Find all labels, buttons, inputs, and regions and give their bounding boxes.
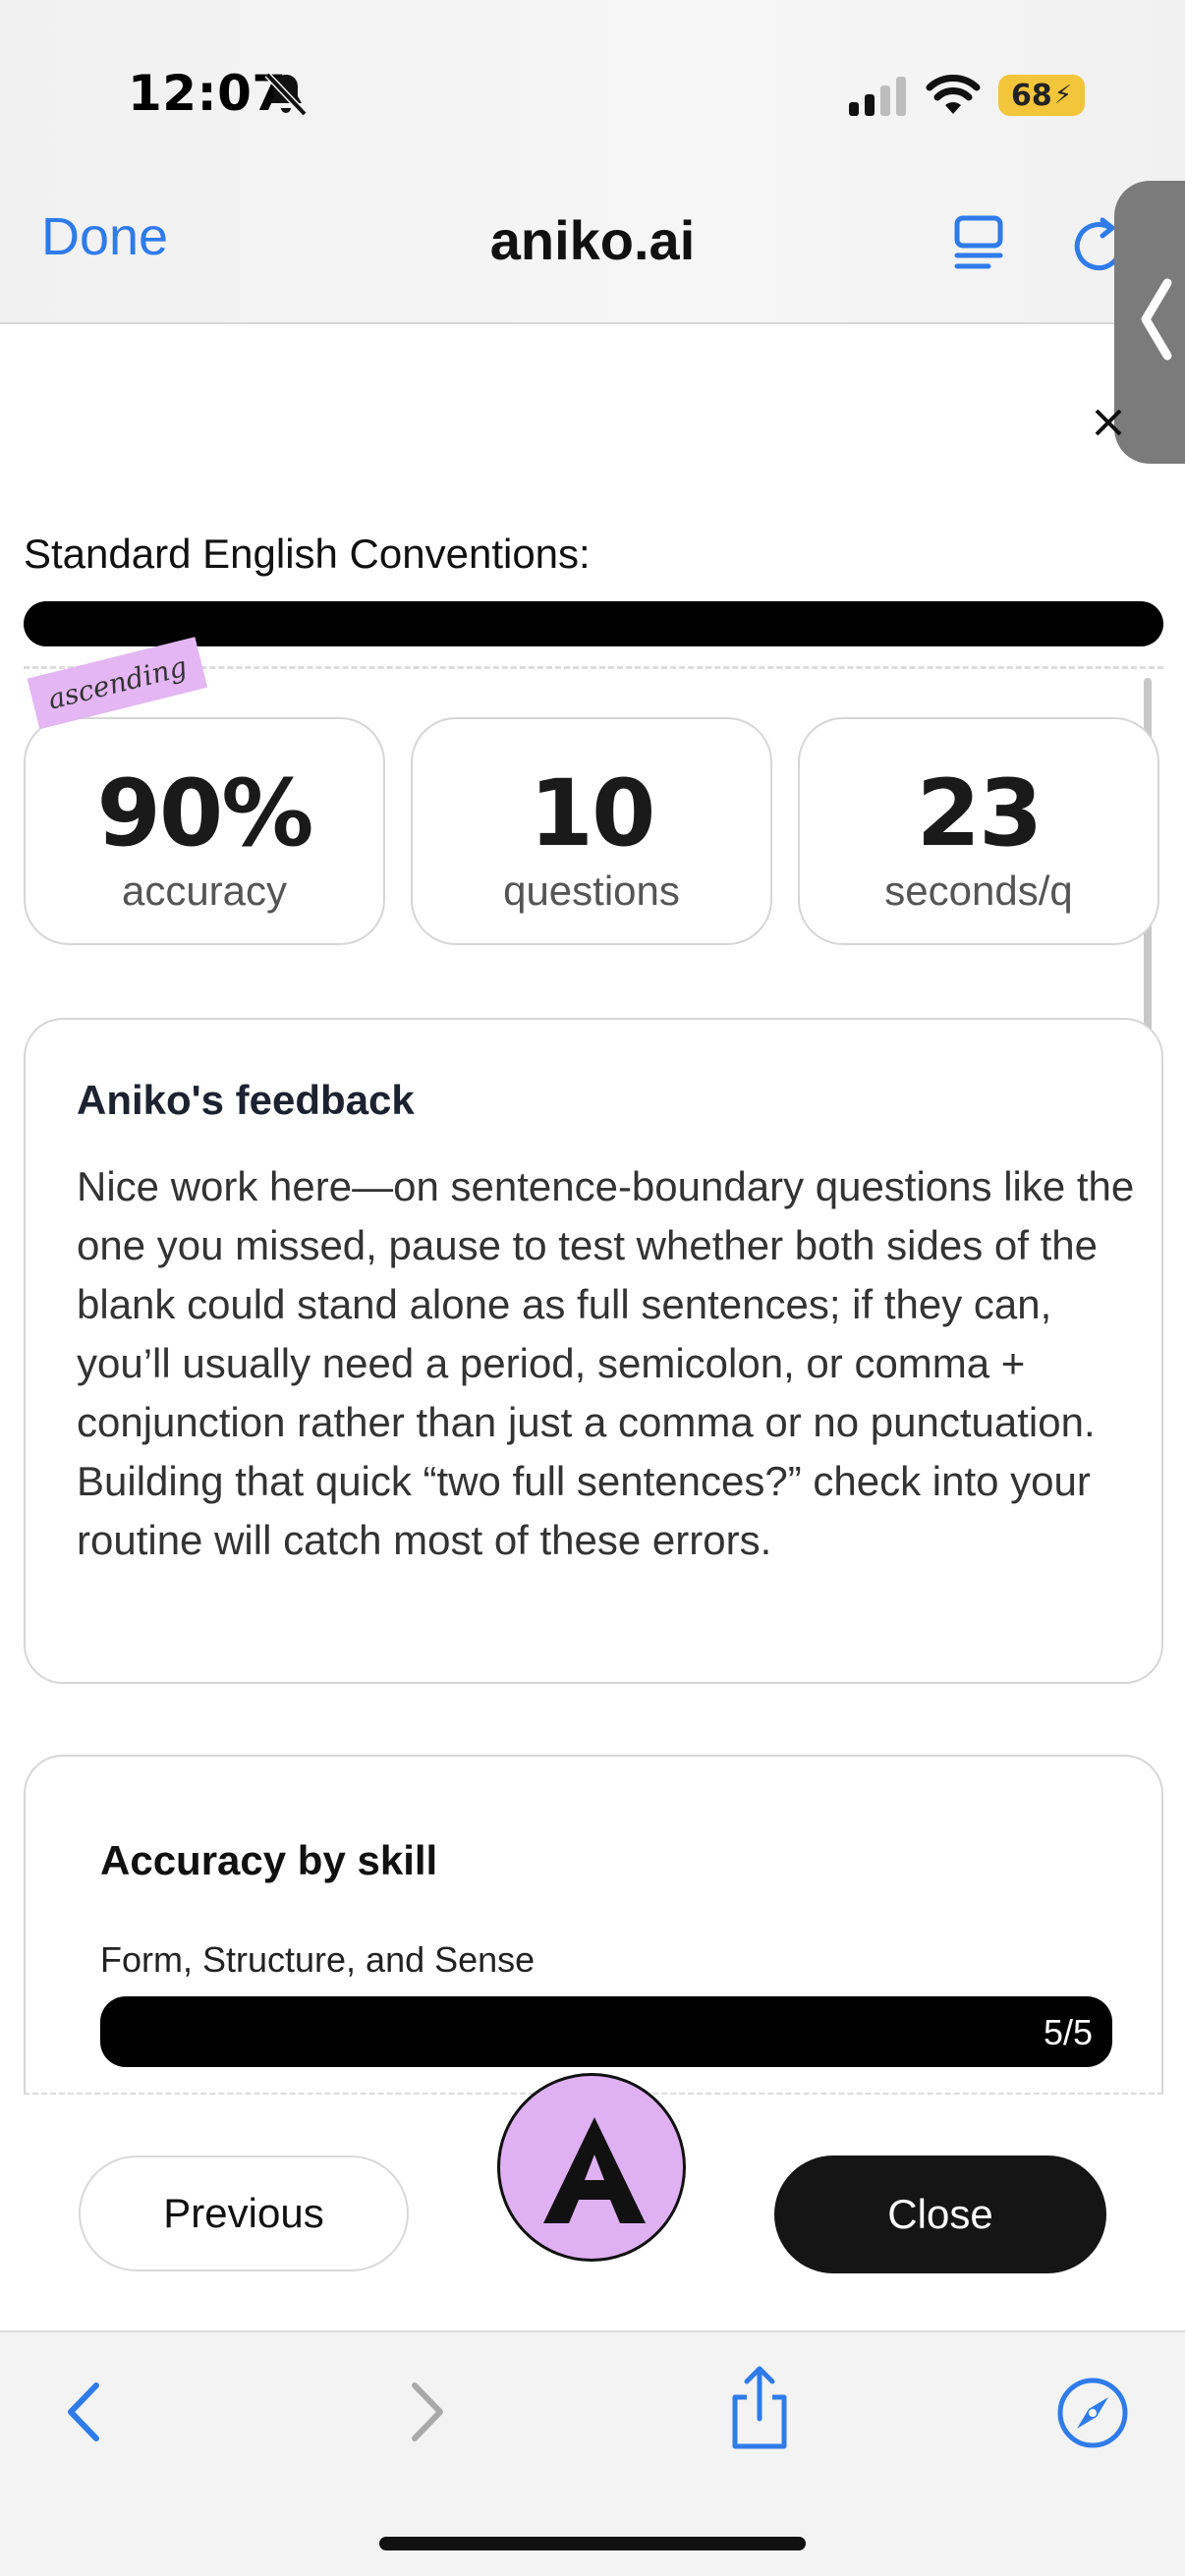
stat-label: questions: [503, 868, 680, 914]
stat-card-questions: 10 questions: [411, 717, 772, 945]
share-icon[interactable]: [725, 2364, 794, 2452]
skill-score: 5/5: [1043, 2012, 1093, 2052]
skill-progress-bar: 5/5: [100, 1996, 1112, 2067]
bell-off-icon: [264, 72, 308, 117]
stat-value: 90%: [96, 760, 314, 868]
stat-value: 23: [916, 760, 1044, 868]
trend-badge: ascending: [27, 637, 208, 730]
reader-icon[interactable]: [951, 212, 1006, 271]
logo-a-icon: [543, 2117, 646, 2223]
compass-icon[interactable]: [1055, 2376, 1130, 2450]
aniko-logo-button[interactable]: [497, 2073, 686, 2262]
battery-indicator: 68 ⚡: [998, 75, 1085, 116]
battery-level: 68: [1010, 78, 1052, 113]
browser-header: [0, 0, 1185, 324]
close-button[interactable]: Close: [774, 2156, 1106, 2273]
feedback-card: Aniko's feedback Nice work here—on sente…: [24, 1018, 1163, 1684]
chevron-left-icon: [1141, 278, 1172, 361]
site-title: aniko.ai: [489, 209, 696, 271]
feedback-body: Nice work here—on sentence-boundary ques…: [77, 1163, 1135, 1563]
section-title: Standard English Conventions:: [24, 531, 591, 577]
feedback-title: Aniko's feedback: [77, 1077, 415, 1123]
back-icon[interactable]: [61, 2378, 108, 2446]
signal-icon: [849, 77, 906, 116]
stat-value: 10: [529, 760, 656, 868]
wifi-icon: [926, 75, 981, 114]
stat-card-accuracy: 90% accuracy: [24, 717, 385, 945]
skill-name: Form, Structure, and Sense: [100, 1939, 536, 1980]
stat-label: accuracy: [121, 868, 288, 914]
previous-button[interactable]: Previous: [79, 2156, 409, 2271]
close-icon[interactable]: [1089, 403, 1128, 442]
skill-card-title: Accuracy by skill: [100, 1837, 438, 1883]
stat-card-speed: 23 seconds/q: [798, 717, 1159, 945]
home-indicator: [379, 2537, 806, 2550]
stat-label: seconds/q: [884, 868, 1073, 914]
forward-icon[interactable]: [403, 2378, 450, 2446]
